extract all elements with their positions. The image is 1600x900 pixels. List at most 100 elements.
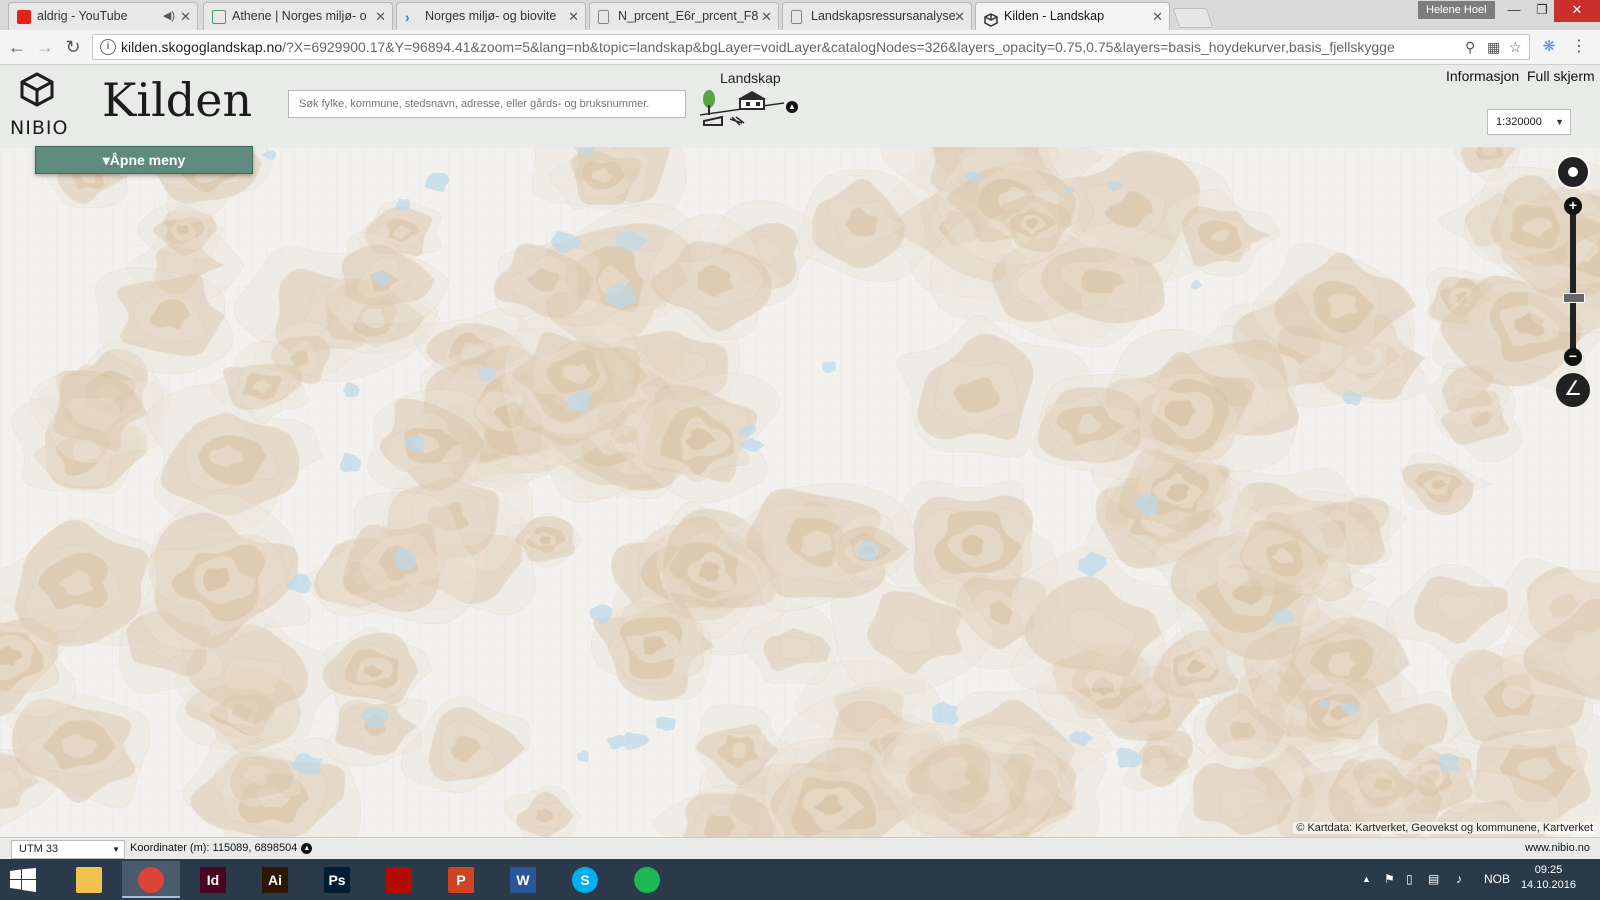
arrow-icon: › — [405, 9, 410, 25]
tab-title: aldrig - YouTube — [37, 9, 128, 23]
coordinates-text: Koordinater (m): 115089, 6898504 — [130, 842, 298, 854]
chevron-down-icon: ▼ — [1555, 117, 1564, 127]
url-path: /?X=6929900.17&Y=96894.41&zoom=5&lang=nb… — [282, 39, 1395, 55]
info-link[interactable]: Informasjon — [1446, 68, 1519, 84]
zoom-icon[interactable]: ⚲ — [1465, 39, 1475, 56]
back-icon[interactable]: ← — [6, 36, 28, 58]
browser-tab[interactable]: Athene | Norges miljø- o ✕ — [203, 2, 393, 30]
tray-overflow-icon[interactable]: ▲ — [1362, 859, 1371, 900]
scale-select[interactable]: 1:320000 ▼ — [1487, 109, 1571, 135]
taskbar-photoshop[interactable]: Ps — [308, 861, 366, 898]
window-close-icon[interactable]: ✕ — [1554, 0, 1600, 22]
landscape-topic-icon[interactable] — [699, 87, 785, 132]
restore-icon[interactable]: ❐ — [1528, 0, 1556, 22]
translate-icon[interactable]: ▦ — [1487, 39, 1500, 56]
speaker-icon[interactable]: ◀) — [163, 3, 175, 30]
app-title: Kilden — [102, 73, 253, 127]
profile-badge[interactable]: Helene Hoel — [1418, 1, 1495, 19]
taskbar-illustrator[interactable]: Ai — [246, 861, 304, 898]
taskbar-acrobat[interactable] — [370, 861, 428, 898]
map-attribution: © Kartdata: Kartverket, Geovekst og komm… — [1293, 822, 1596, 834]
close-icon[interactable]: ✕ — [954, 3, 965, 30]
taskbar-file-explorer[interactable] — [60, 861, 118, 898]
volume-icon[interactable]: ♪ — [1456, 859, 1462, 900]
close-icon[interactable]: ✕ — [1152, 3, 1163, 30]
zoom-slider[interactable] — [1570, 200, 1576, 362]
acrobat-icon — [386, 867, 412, 893]
bookmark-star-icon[interactable]: ☆ — [1509, 39, 1522, 56]
locate-icon[interactable] — [1556, 155, 1590, 189]
map-canvas[interactable] — [0, 147, 1600, 837]
new-tab-button[interactable] — [1172, 8, 1214, 28]
taskbar-skype[interactable]: S — [556, 861, 614, 898]
app-header: NIBIO Kilden Landskap ▲ Informasjon Full… — [0, 65, 1600, 147]
taskbar-powerpoint[interactable]: P — [432, 861, 490, 898]
minimize-icon[interactable]: — — [1500, 0, 1528, 22]
network-icon[interactable]: ▤ — [1428, 859, 1439, 900]
extension-icon[interactable]: ❋ — [1538, 36, 1560, 58]
close-icon[interactable]: ✕ — [761, 3, 772, 30]
browser-tab[interactable]: › Norges miljø- og biovite ✕ — [396, 2, 586, 30]
menu-label: Åpne meny — [109, 152, 186, 168]
scale-value: 1:320000 — [1496, 116, 1542, 128]
projection-select[interactable]: UTM 33 ▼ — [11, 840, 125, 859]
address-bar[interactable]: i kilden.skogoglandskap.no/?X=6929900.17… — [92, 34, 1530, 60]
battery-icon[interactable]: ▯ — [1406, 859, 1413, 900]
taskbar-chrome[interactable] — [122, 861, 180, 898]
zoom-slider-handle[interactable] — [1563, 293, 1585, 303]
language-indicator[interactable]: NOB — [1484, 859, 1510, 900]
info-icon[interactable]: i — [100, 39, 116, 55]
windows-start-icon[interactable] — [10, 868, 36, 897]
search-input[interactable] — [288, 90, 686, 118]
close-icon[interactable]: ✕ — [375, 3, 386, 30]
browser-tab-strip: aldrig - YouTube ◀) ✕ Athene | Norges mi… — [0, 0, 1600, 31]
chevron-up-icon[interactable]: ▲ — [786, 101, 798, 113]
youtube-icon — [17, 10, 31, 24]
map-footer: UTM 33 ▼ Koordinater (m): 115089, 689850… — [0, 837, 1600, 860]
menu-dots-icon[interactable]: ⋮ — [1568, 36, 1590, 58]
clock[interactable]: 09:25 14.10.2016 — [1521, 863, 1576, 893]
document-icon — [791, 10, 802, 24]
zoom-out-icon[interactable]: − — [1564, 348, 1582, 366]
nibio-logo-icon[interactable] — [18, 71, 56, 116]
browser-tab[interactable]: Landskapsressursanalyse ✕ — [782, 2, 972, 30]
browser-tab[interactable]: N_prcent_E6r_prcent_F8 ✕ — [589, 2, 779, 30]
chrome-icon — [138, 867, 164, 893]
clock-date: 14.10.2016 — [1520, 879, 1576, 891]
browser-tab-active[interactable]: Kilden - Landskap ✕ — [975, 2, 1170, 31]
photoshop-icon: Ps — [324, 867, 350, 893]
url-host: kilden.skogoglandskap.no — [121, 39, 283, 55]
browser-tab[interactable]: aldrig - YouTube ◀) ✕ — [8, 2, 198, 30]
close-icon[interactable]: ✕ — [568, 3, 579, 30]
chevron-down-icon: ▼ — [112, 845, 120, 854]
clock-time: 09:25 — [1534, 864, 1563, 876]
spotify-icon — [634, 867, 660, 893]
chevron-up-icon[interactable]: ▲ — [301, 842, 313, 854]
tab-title: Kilden - Landskap — [1004, 9, 1105, 23]
projection-value: UTM 33 — [19, 843, 59, 855]
tab-title: Athene | Norges miljø- o — [232, 9, 367, 23]
measure-icon[interactable]: ∠ — [1556, 373, 1590, 407]
flag-icon[interactable]: ⚑ — [1384, 859, 1395, 900]
zoom-in-icon[interactable]: + — [1564, 197, 1582, 215]
tab-title: Norges miljø- og biovite — [425, 9, 557, 23]
indesign-icon: Id — [200, 867, 226, 893]
reload-icon[interactable]: ↻ — [62, 36, 84, 58]
close-icon[interactable]: ✕ — [180, 3, 191, 30]
open-menu-button[interactable]: ▾Åpne meny — [35, 146, 253, 174]
taskbar-indesign[interactable]: Id — [184, 861, 242, 898]
taskbar-word[interactable]: W — [494, 861, 552, 898]
terrain-map — [0, 147, 1600, 837]
topic-label: Landskap — [720, 70, 781, 86]
tab-title: Landskapsressursanalyse — [811, 9, 956, 23]
forward-icon[interactable]: → — [34, 36, 56, 58]
taskbar-spotify[interactable] — [618, 861, 676, 898]
site-link[interactable]: www.nibio.no — [1525, 842, 1590, 854]
fullscreen-link[interactable]: Full skjerm — [1527, 68, 1595, 84]
tab-title: N_prcent_E6r_prcent_F8 — [618, 9, 759, 23]
illustrator-icon: Ai — [262, 867, 288, 893]
skype-icon: S — [572, 867, 598, 893]
logo-text: NIBIO — [10, 117, 69, 139]
powerpoint-icon: P — [448, 867, 474, 893]
windows-taskbar: Id Ai Ps P W S ▲ ⚑ ▯ ▤ ♪ NOB 09:25 14.10.2016 — [0, 859, 1600, 900]
